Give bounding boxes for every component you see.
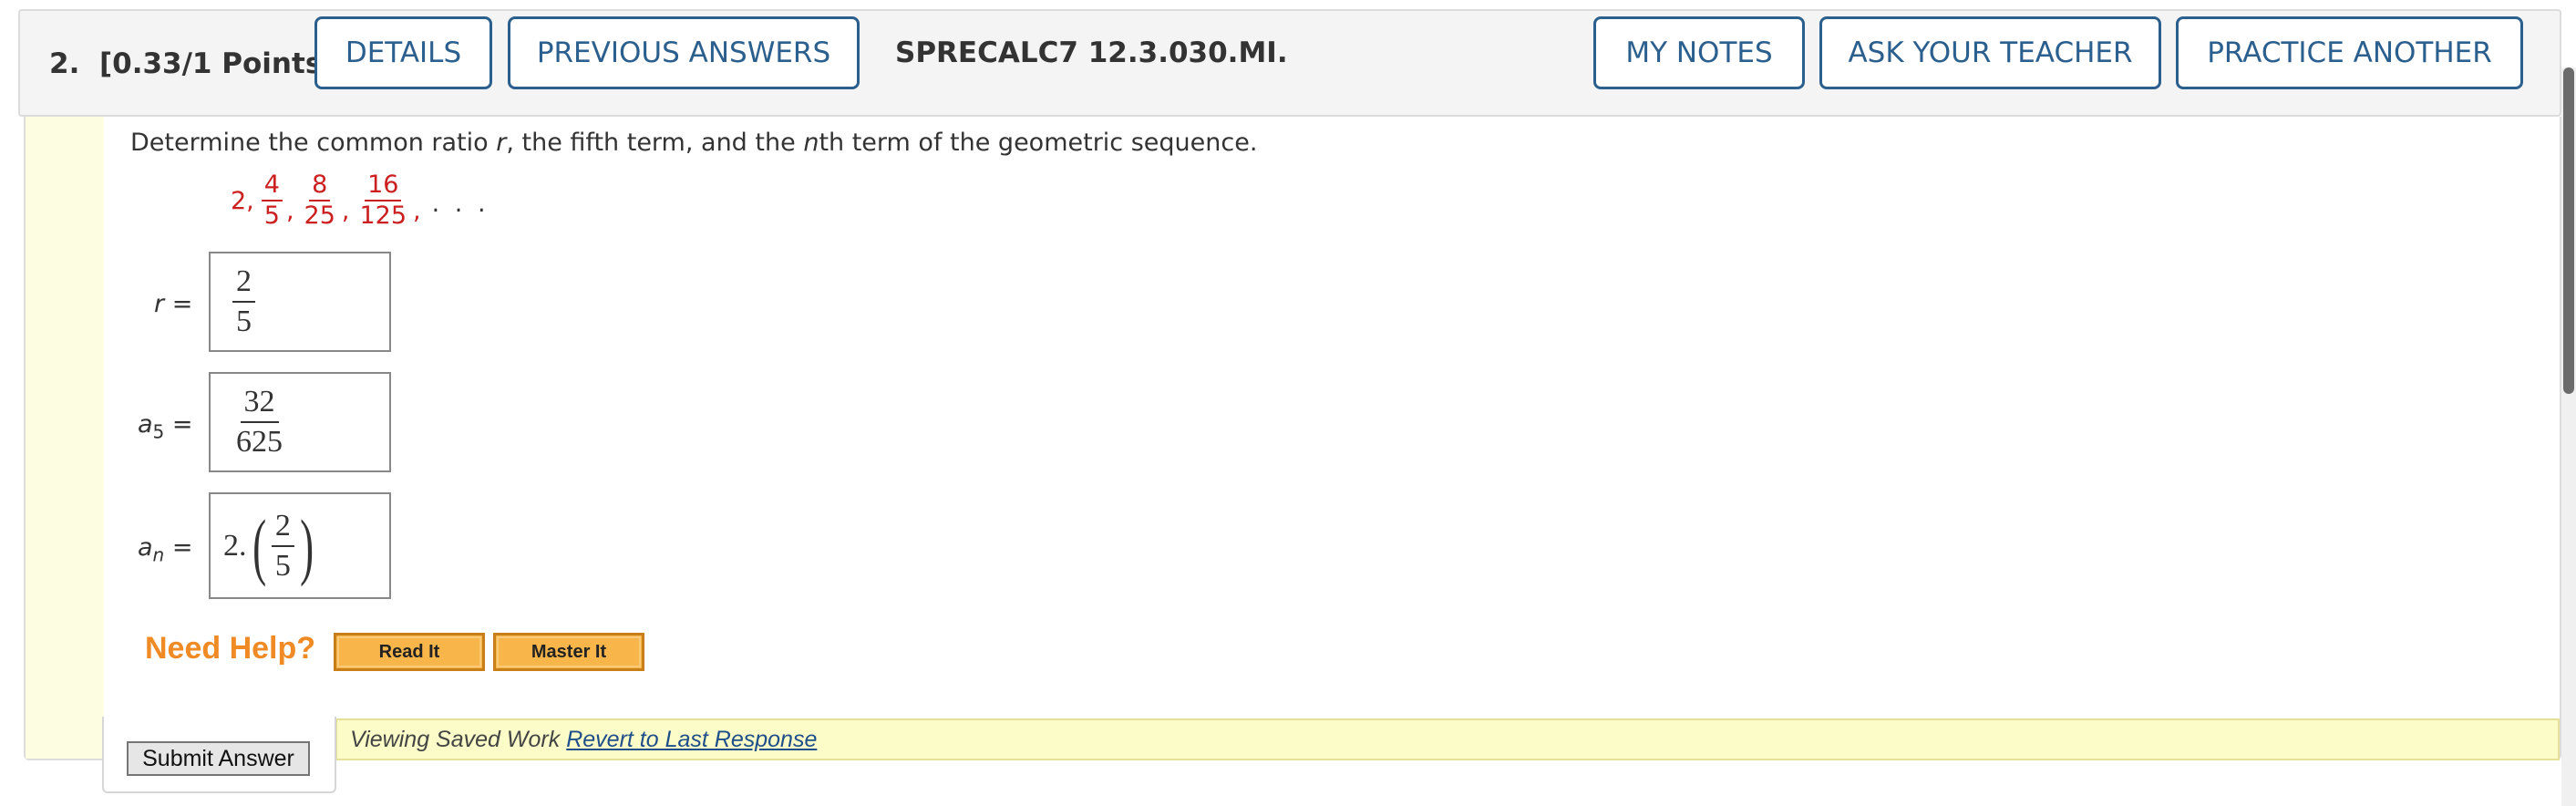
question-code: SPRECALC7 12.3.030.MI. <box>895 36 1288 69</box>
read-it-button[interactable]: Read It <box>334 633 485 671</box>
question-prompt: Determine the common ratio r, the fifth … <box>130 129 1258 157</box>
question-number: 2. <box>49 47 80 80</box>
ask-your-teacher-button[interactable]: ASK YOUR TEACHER <box>1819 16 2161 89</box>
sequence-term: 4 5 <box>261 171 283 230</box>
a5-answer-field[interactable]: 32 625 <box>209 372 391 472</box>
geometric-sequence: 2, 4 5 , 8 25 , 16 125 , . . . <box>231 170 489 230</box>
saved-work-message: Viewing Saved Work <box>350 726 561 752</box>
scrollbar-thumb[interactable] <box>2563 67 2574 394</box>
a5-label: a5 = <box>138 410 193 443</box>
submit-answer-button[interactable]: Submit Answer <box>127 741 310 776</box>
r-label: r = <box>154 290 193 318</box>
sequence-term: 8 25 <box>304 170 335 230</box>
master-it-button[interactable]: Master It <box>493 633 644 671</box>
question-points: [0.33/1 Points] <box>98 47 335 80</box>
sequence-term: 16 125 <box>359 170 407 230</box>
need-help-label: Need Help? <box>145 631 316 666</box>
previous-answers-button[interactable]: PREVIOUS ANSWERS <box>508 16 860 89</box>
practice-another-button[interactable]: PRACTICE ANOTHER <box>2176 16 2523 89</box>
r-answer-field[interactable]: 2 5 <box>209 252 391 352</box>
an-label: an = <box>138 533 193 566</box>
saved-work-bar: Viewing Saved Work Revert to Last Respon… <box>335 718 2560 760</box>
left-highlight-strip <box>26 117 104 759</box>
my-notes-button[interactable]: MY NOTES <box>1593 16 1805 89</box>
sequence-ellipsis: . . . <box>431 189 489 218</box>
question-number-points: 2. [0.33/1 Points] <box>49 47 335 80</box>
sequence-first-term: 2, <box>231 186 254 215</box>
revert-link[interactable]: Revert to Last Response <box>566 727 817 753</box>
page: 2. [0.33/1 Points] DETAILS PREVIOUS ANSW… <box>0 0 2576 806</box>
details-button[interactable]: DETAILS <box>314 16 492 89</box>
an-answer-field[interactable]: 2. ( 2 5 ) <box>209 492 391 599</box>
